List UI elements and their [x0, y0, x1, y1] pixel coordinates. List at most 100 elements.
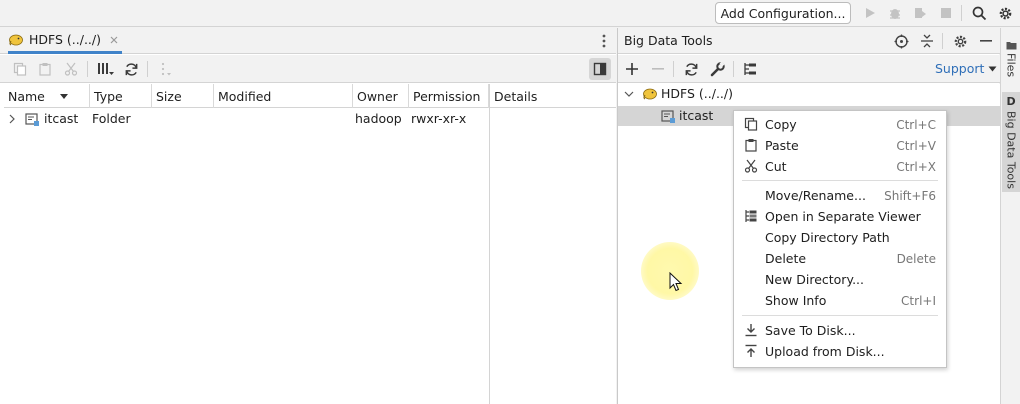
- table-row[interactable]: itcast Folder hadoop rwxr-xr-x: [4, 108, 489, 130]
- folder-icon: [1006, 41, 1017, 50]
- tree-structure-icon[interactable]: [741, 60, 759, 78]
- tree-node-itcast-label: itcast: [679, 108, 714, 123]
- big-data-tools-side-tab[interactable]: D Big Data Tools: [1002, 92, 1020, 192]
- tree-node-hdfs[interactable]: HDFS (../../): [618, 84, 1000, 104]
- settings-icon[interactable]: [951, 32, 969, 50]
- table-header: Name Type Size Modified Owner Permission…: [4, 84, 616, 108]
- refresh-icon[interactable]: [682, 60, 700, 78]
- column-owner-label: Owner: [357, 88, 398, 104]
- column-header-details[interactable]: Details: [489, 84, 616, 108]
- column-header-owner[interactable]: Owner: [353, 84, 409, 108]
- more-actions-icon[interactable]: [157, 60, 175, 78]
- download-icon: [744, 323, 760, 339]
- menu-shortcut: Ctrl+I: [901, 293, 936, 308]
- row-type: Folder: [92, 111, 131, 126]
- column-size-label: Size: [156, 88, 182, 104]
- refresh-icon[interactable]: [122, 60, 140, 78]
- add-configuration-button[interactable]: Add Configuration...: [715, 2, 851, 24]
- chevron-right-icon[interactable]: [8, 113, 16, 125]
- big-data-tools-side-tab-label: Big Data Tools: [1004, 111, 1018, 189]
- menu-item-copy[interactable]: Copy Ctrl+C: [734, 114, 946, 135]
- column-header-type[interactable]: Type: [90, 84, 152, 108]
- menu-label: Show Info: [765, 293, 827, 308]
- column-modified-label: Modified: [218, 88, 272, 104]
- menu-shortcut: Ctrl+X: [896, 159, 936, 174]
- hdfs-tab-bar: HDFS (../../): [0, 28, 616, 54]
- row-permission: rwxr-xr-x: [411, 111, 467, 126]
- big-data-tools-badge: D: [1006, 95, 1016, 109]
- scissors-icon[interactable]: [62, 60, 80, 78]
- menu-label: Open in Separate Viewer: [765, 209, 921, 224]
- menu-item-move-rename[interactable]: Move/Rename... Shift+F6: [734, 185, 946, 206]
- copy-icon[interactable]: [11, 60, 29, 78]
- right-tool-stripe: Files D Big Data Tools: [1000, 28, 1020, 404]
- menu-shortcut: Delete: [896, 251, 936, 266]
- add-icon[interactable]: [623, 60, 641, 78]
- tab-hdfs[interactable]: HDFS (../../): [8, 28, 122, 54]
- copy-icon: [744, 117, 760, 133]
- menu-item-new-directory[interactable]: New Directory...: [734, 269, 946, 290]
- hdfs-folder-icon: [660, 108, 676, 124]
- column-type-label: Type: [94, 88, 123, 104]
- row-name: itcast: [44, 111, 79, 126]
- collapse-all-icon[interactable]: [918, 32, 936, 50]
- toolbar-divider: [147, 61, 148, 77]
- chevron-down-icon: [988, 66, 997, 72]
- paste-icon: [744, 138, 760, 154]
- coverage-icon[interactable]: [910, 4, 930, 22]
- toolbar-divider: [733, 61, 734, 77]
- mouse-pointer-icon: [669, 272, 683, 292]
- debug-icon[interactable]: [885, 4, 905, 22]
- stop-icon[interactable]: [936, 4, 956, 22]
- menu-item-cut[interactable]: Cut Ctrl+X: [734, 156, 946, 177]
- row-owner: hadoop: [355, 111, 402, 126]
- menu-item-paste[interactable]: Paste Ctrl+V: [734, 135, 946, 156]
- menu-label: Upload from Disk...: [765, 344, 885, 359]
- gear-icon[interactable]: [995, 4, 1015, 22]
- hdfs-panel: HDFS (../../) Name Type Size Modified Ow…: [0, 28, 616, 404]
- menu-label: New Directory...: [765, 272, 864, 287]
- target-icon[interactable]: [892, 32, 910, 50]
- menu-item-copy-directory-path[interactable]: Copy Directory Path: [734, 227, 946, 248]
- scissors-icon: [744, 159, 760, 175]
- more-options-icon[interactable]: [598, 33, 610, 49]
- support-dropdown[interactable]: Support: [935, 61, 997, 76]
- chevron-down-icon[interactable]: [624, 89, 634, 99]
- details-pane: [489, 108, 616, 404]
- column-header-permission[interactable]: Permission: [409, 84, 489, 108]
- big-data-tools-toolbar: Support: [618, 55, 1000, 83]
- column-header-name[interactable]: Name: [4, 84, 90, 108]
- search-icon[interactable]: [969, 4, 989, 22]
- menu-item-save-to-disk[interactable]: Save To Disk...: [734, 320, 946, 341]
- column-details-label: Details: [494, 88, 538, 104]
- minimize-icon[interactable]: [977, 32, 995, 50]
- menu-shortcut: Ctrl+V: [896, 138, 936, 153]
- column-header-size[interactable]: Size: [152, 84, 214, 108]
- files-side-tab[interactable]: Files: [1002, 32, 1020, 86]
- sort-desc-icon[interactable]: [59, 93, 69, 100]
- menu-label: Delete: [765, 251, 807, 266]
- menu-shortcut: Shift+F6: [884, 188, 936, 203]
- run-icon[interactable]: [860, 4, 880, 22]
- menu-separator: [742, 315, 938, 316]
- top-toolbar: Add Configuration...: [0, 0, 1020, 27]
- hdfs-toolbar: [0, 55, 616, 83]
- menu-item-show-info[interactable]: Show Info Ctrl+I: [734, 290, 946, 311]
- menu-item-upload-from-disk[interactable]: Upload from Disk...: [734, 341, 946, 362]
- menu-label: Copy: [765, 117, 797, 132]
- files-side-tab-label: Files: [1004, 52, 1018, 78]
- paste-icon[interactable]: [36, 60, 54, 78]
- support-label: Support: [935, 61, 985, 76]
- column-header-modified[interactable]: Modified: [214, 84, 353, 108]
- toggle-details-icon[interactable]: [589, 58, 611, 80]
- upload-icon: [744, 344, 760, 360]
- split-view-icon: [744, 209, 760, 225]
- columns-icon[interactable]: [95, 60, 117, 78]
- menu-item-open-separate-viewer[interactable]: Open in Separate Viewer: [734, 206, 946, 227]
- close-icon[interactable]: [110, 36, 118, 44]
- menu-item-delete[interactable]: Delete Delete: [734, 248, 946, 269]
- toolbar-divider: [87, 61, 88, 77]
- column-name-label: Name: [8, 88, 45, 104]
- remove-icon[interactable]: [649, 60, 667, 78]
- wrench-icon[interactable]: [708, 60, 726, 78]
